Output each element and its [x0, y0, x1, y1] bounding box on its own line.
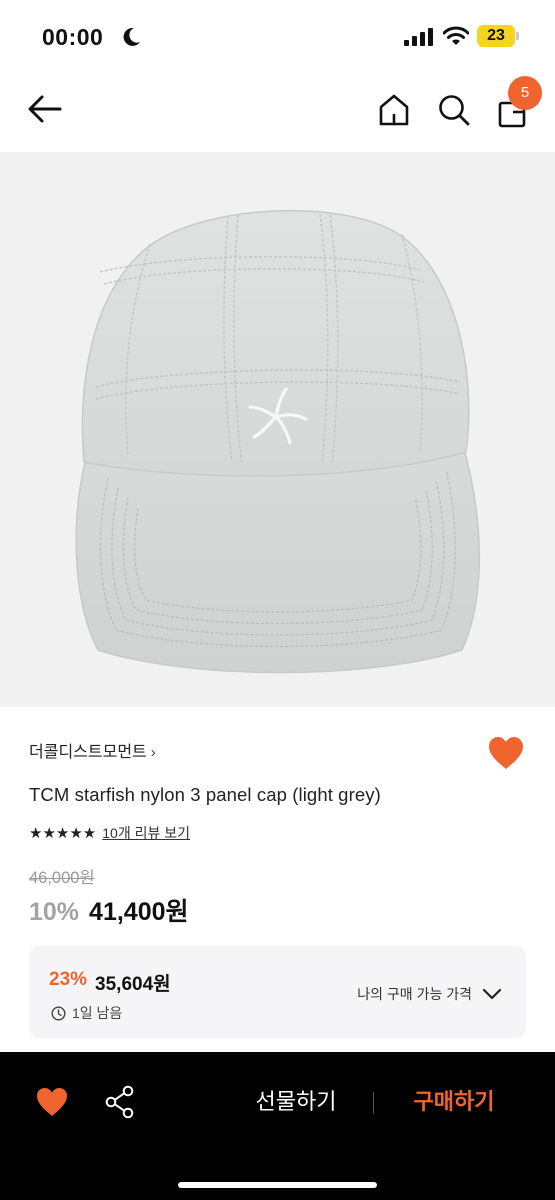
- chevron-down-icon: [482, 988, 502, 1000]
- coupon-amount: 35,604원: [95, 974, 171, 995]
- back-arrow-icon[interactable]: [26, 94, 64, 124]
- my-price-label: 나의 구매 가능 가격: [357, 986, 472, 1002]
- wifi-icon: [443, 26, 469, 45]
- status-bar: 00:00 23: [0, 0, 555, 72]
- coupon-price: 23% 35,604원: [49, 969, 171, 996]
- star-icons: ★★★★★: [29, 825, 97, 842]
- bar-divider: [373, 1092, 374, 1114]
- discount-rate: 10%: [29, 898, 80, 926]
- status-time: 00:00: [42, 24, 104, 50]
- coupon-time-left: 1일 남음: [51, 1003, 122, 1023]
- signal-icon: [404, 28, 433, 46]
- original-price: 46,000원: [29, 869, 95, 887]
- sale-price: 41,400원: [89, 898, 189, 926]
- share-icon[interactable]: [105, 1085, 135, 1119]
- home-indicator: [178, 1182, 377, 1188]
- favorite-heart-icon[interactable]: [487, 735, 525, 771]
- coupon-time-text: 1일 남음: [72, 1005, 123, 1021]
- clock-icon: [51, 1005, 66, 1021]
- gift-button[interactable]: 선물하기: [232, 1084, 360, 1120]
- brand-link[interactable]: 더콜디스트모먼트 ›: [29, 738, 156, 762]
- chevron-right-icon: ›: [150, 744, 156, 761]
- cap-illustration: [75, 209, 481, 674]
- bottom-action-bar: 선물하기 구매하기: [0, 1052, 555, 1200]
- rating-stars: ★★★★★: [29, 824, 96, 842]
- cart-count-badge: 5: [508, 76, 542, 110]
- battery-indicator: 23: [477, 25, 515, 47]
- my-price-toggle[interactable]: 나의 구매 가능 가격: [357, 984, 502, 1004]
- product-image: [0, 152, 555, 707]
- coupon-price-box: 23% 35,604원 1일 남음 나의 구매 가능 가격: [29, 946, 526, 1038]
- rating-row: ★★★★★ 10개 리뷰 보기: [29, 823, 190, 843]
- moon-icon: [123, 27, 140, 46]
- product-title: TCM starfish nylon 3 panel cap (light gr…: [29, 784, 381, 805]
- price-row: 10% 41,400원: [29, 892, 189, 928]
- buy-button[interactable]: 구매하기: [392, 1084, 516, 1120]
- coupon-rate: 23%: [49, 969, 88, 990]
- home-icon[interactable]: [377, 93, 411, 127]
- wishlist-heart-icon[interactable]: [35, 1086, 69, 1118]
- battery-tip: [516, 32, 519, 40]
- search-icon[interactable]: [437, 93, 471, 127]
- review-link[interactable]: 10개 리뷰 보기: [102, 823, 190, 843]
- nav-bar: 5: [0, 72, 555, 152]
- brand-name: 더콜디스트모먼트: [29, 744, 147, 761]
